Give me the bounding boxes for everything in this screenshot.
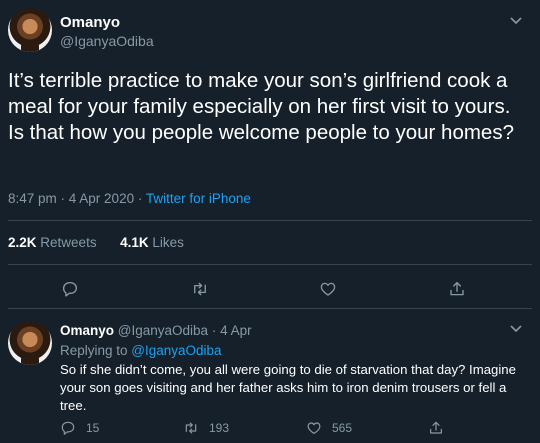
display-name[interactable]: Omanyo: [60, 14, 120, 31]
reply-icon: [61, 421, 75, 435]
tweet-source[interactable]: Twitter for iPhone: [146, 191, 251, 206]
retweet-button[interactable]: [188, 277, 212, 301]
share-button[interactable]: [428, 420, 454, 436]
tweet-meta: 8:47 pm · 4 Apr 2020 · Twitter for iPhon…: [8, 191, 251, 206]
like-icon: [320, 282, 336, 296]
share-icon: [450, 281, 464, 296]
handle[interactable]: @IganyaOdiba: [118, 323, 208, 338]
replying-to-link[interactable]: @IganyaOdiba: [131, 343, 221, 358]
divider: [8, 264, 532, 265]
tweet-date[interactable]: 4 Apr: [220, 323, 252, 338]
reply-button[interactable]: [58, 277, 82, 301]
share-icon: [430, 421, 442, 434]
chevron-down-icon[interactable]: [510, 322, 522, 336]
like-icon: [307, 422, 321, 434]
display-name[interactable]: Omanyo: [60, 323, 114, 338]
like-button[interactable]: [316, 277, 340, 301]
main-tweet: Omanyo @IganyaOdiba It’s terrible practi…: [0, 0, 540, 309]
separator: ·: [211, 323, 217, 338]
share-button[interactable]: [445, 277, 469, 301]
retweets-stat[interactable]: 2.2K Retweets: [8, 235, 97, 250]
replying-to: Replying to @IganyaOdiba: [60, 343, 222, 358]
retweet-count: 193: [209, 421, 230, 435]
retweet-button[interactable]: 193: [183, 420, 229, 436]
reply-tweet[interactable]: Omanyo @IganyaOdiba · 4 Apr Replying to …: [0, 309, 540, 443]
like-button[interactable]: 565: [306, 420, 352, 436]
handle[interactable]: @IganyaOdiba: [60, 33, 154, 49]
reply-button[interactable]: 15: [60, 420, 99, 436]
tweet-text: So if she didn’t come, you all were goin…: [60, 362, 516, 413]
tweet-text: It’s terrible practice to make your son’…: [8, 69, 514, 144]
avatar[interactable]: [8, 321, 52, 365]
likes-stat[interactable]: 4.1K Likes: [120, 235, 184, 250]
reply-header: Omanyo @IganyaOdiba · 4 Apr: [60, 323, 252, 338]
reply-count: 15: [86, 421, 100, 435]
reply-icon: [62, 281, 78, 297]
retweet-icon: [194, 282, 206, 296]
avatar[interactable]: [8, 8, 52, 52]
tweet-stats: 2.2K Retweets 4.1K Likes: [8, 235, 184, 250]
divider: [8, 220, 532, 221]
like-count: 565: [332, 421, 353, 435]
retweet-icon: [185, 422, 197, 434]
chevron-down-icon[interactable]: [510, 14, 522, 28]
tweet-timestamp[interactable]: 8:47 pm · 4 Apr 2020 ·: [8, 191, 146, 206]
